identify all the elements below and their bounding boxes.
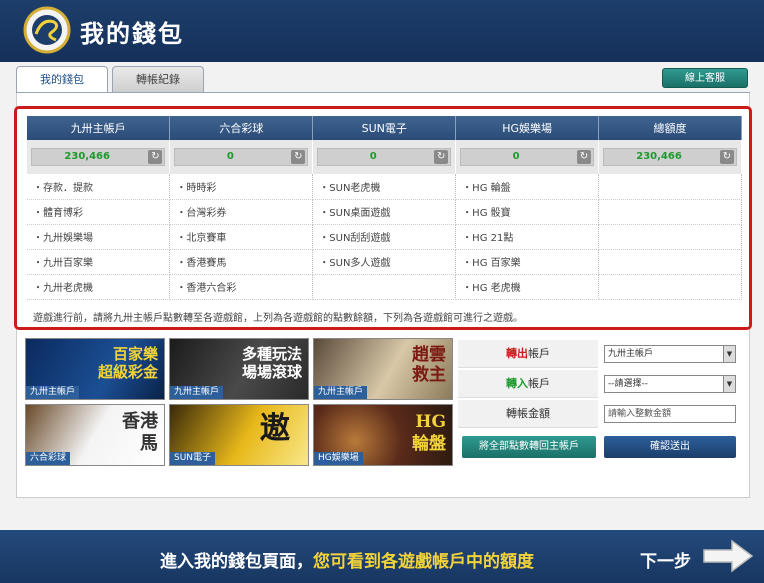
- banner-caption: 九卅主帳戶: [170, 386, 224, 399]
- transfer-out-select[interactable]: 九卅主帳戶 ▼: [604, 345, 736, 363]
- header: 我的錢包: [0, 0, 764, 62]
- banner-horse-racing[interactable]: 香港馬 六合彩球: [25, 404, 165, 466]
- game-row: ・九卅娛樂場 ・北京賽車 ・SUN刮刮遊戲 ・HG 21點: [27, 224, 742, 250]
- dropdown-arrow-icon: ▼: [723, 376, 735, 392]
- banner-sports[interactable]: 多種玩法 場場滾球 九卅主帳戶: [169, 338, 309, 400]
- balance-header-row: 九卅主帳戶 六合彩球 SUN電子 HG娛樂場 總額度: [27, 116, 742, 140]
- game-link[interactable]: ・SUN桌面遊戲: [312, 199, 457, 225]
- banner-caption: 六合彩球: [26, 452, 71, 465]
- game-link[interactable]: ・HG 百家樂: [455, 249, 600, 275]
- balance-value: 230,466 ↻: [603, 148, 737, 166]
- banner-baccarat[interactable]: 百家樂 超級彩金 九卅主帳戶: [25, 338, 165, 400]
- transfer-amount-row: 轉帳金額 請輸入整數金額: [458, 400, 744, 428]
- game-link[interactable]: ・存款．提款: [27, 174, 171, 200]
- tab-transfer-history[interactable]: 轉帳紀錄: [112, 66, 204, 92]
- online-support-button[interactable]: 線上客服: [662, 68, 748, 88]
- game-link[interactable]: ・香港六合彩: [169, 274, 314, 300]
- tab-my-wallet[interactable]: 我的錢包: [16, 66, 108, 93]
- transfer-in-label: 轉入帳戶: [458, 370, 598, 398]
- game-cell-empty: [598, 249, 742, 275]
- refresh-icon[interactable]: ↻: [434, 150, 449, 164]
- transfer-in-row: 轉入帳戶 --請選擇-- ▼: [458, 370, 744, 398]
- game-row: ・九卅老虎機 ・香港六合彩 ・HG 老虎機: [27, 274, 742, 300]
- game-cell-empty: [312, 274, 457, 300]
- game-link[interactable]: ・香港賽馬: [169, 249, 314, 275]
- account-header: 總額度: [598, 116, 742, 140]
- balance-value: 0 ↻: [317, 148, 452, 166]
- game-link[interactable]: ・SUN刮刮遊戲: [312, 224, 457, 250]
- game-cell-empty: [598, 174, 742, 200]
- transfer-out-label: 轉出帳戶: [458, 340, 598, 368]
- refresh-icon[interactable]: ↻: [291, 150, 306, 164]
- game-link[interactable]: ・體育博彩: [27, 199, 171, 225]
- game-link[interactable]: ・HG 老虎機: [455, 274, 600, 300]
- banner-caption: SUN電子: [170, 452, 216, 465]
- game-link[interactable]: ・SUN老虎機: [312, 174, 457, 200]
- account-header: HG娛樂場: [455, 116, 600, 140]
- game-row: ・九卅百家樂 ・香港賽馬 ・SUN多人遊戲 ・HG 百家樂: [27, 249, 742, 275]
- balance-panel: 九卅主帳戶 六合彩球 SUN電子 HG娛樂場 總額度 230,466 ↻ 0 ↻ 0…: [14, 106, 752, 330]
- return-all-to-main-button[interactable]: 將全部點數轉回主帳戶: [462, 436, 596, 458]
- footer-bar: 進入我的錢包頁面，您可看到各遊戲帳戶中的額度 下一步: [0, 530, 764, 583]
- game-link[interactable]: ・北京賽車: [169, 224, 314, 250]
- transfer-form: 轉出帳戶 九卅主帳戶 ▼ 轉入帳戶 --請選擇-- ▼ 轉帳金額 請輸入整數金額 將…: [458, 338, 744, 464]
- transfer-amount-label: 轉帳金額: [458, 400, 598, 428]
- game-cell-empty: [598, 199, 742, 225]
- game-link[interactable]: ・九卅娛樂場: [27, 224, 171, 250]
- transfer-amount-input[interactable]: 請輸入整數金額: [604, 405, 736, 423]
- confirm-submit-button[interactable]: 確認送出: [604, 436, 736, 458]
- account-header: 六合彩球: [169, 116, 314, 140]
- balance-value: 0 ↻: [460, 148, 595, 166]
- account-header: SUN電子: [312, 116, 457, 140]
- banner-zhaoyun[interactable]: 趙雲 救主 九卅主帳戶: [313, 338, 453, 400]
- instruction-note: 遊戲進行前，請將九卅主帳戶點數轉至各遊戲館，上列為各遊戲館的點數餘額，下列為各遊…: [33, 313, 523, 324]
- game-link[interactable]: ・HG 輪盤: [455, 174, 600, 200]
- refresh-icon[interactable]: ↻: [720, 150, 734, 164]
- refresh-icon[interactable]: ↻: [577, 150, 592, 164]
- game-link[interactable]: ・九卅老虎機: [27, 274, 171, 300]
- balance-table: 九卅主帳戶 六合彩球 SUN電子 HG娛樂場 總額度 230,466 ↻ 0 ↻ 0…: [27, 116, 742, 300]
- footer-message: 進入我的錢包頁面，您可看到各遊戲帳戶中的額度: [160, 552, 534, 572]
- banner-sun-games[interactable]: 遨 SUN電子: [169, 404, 309, 466]
- account-header: 九卅主帳戶: [27, 116, 171, 140]
- game-link[interactable]: ・HG 骰寶: [455, 199, 600, 225]
- banner-caption: 九卅主帳戶: [314, 386, 368, 399]
- dragon-logo-icon: [23, 6, 71, 54]
- game-link[interactable]: ・台灣彩券: [169, 199, 314, 225]
- game-row: ・體育博彩 ・台灣彩券 ・SUN桌面遊戲 ・HG 骰寶: [27, 199, 742, 225]
- banner-caption: 九卅主帳戶: [26, 386, 80, 399]
- page-title: 我的錢包: [80, 19, 184, 48]
- next-arrow-icon[interactable]: [702, 538, 754, 574]
- dropdown-arrow-icon: ▼: [723, 346, 735, 362]
- game-link[interactable]: ・HG 21點: [455, 224, 600, 250]
- banner-caption: HG娛樂場: [314, 452, 363, 465]
- refresh-icon[interactable]: ↻: [148, 150, 163, 164]
- game-row: ・存款．提款 ・時時彩 ・SUN老虎機 ・HG 輪盤: [27, 174, 742, 200]
- balance-value: 230,466 ↻: [31, 148, 166, 166]
- balance-value-row: 230,466 ↻ 0 ↻ 0 ↻ 0 ↻ 230,466 ↻: [27, 140, 742, 174]
- balance-value: 0 ↻: [174, 148, 309, 166]
- banner-hg-roulette[interactable]: HG 輪盤 HG娛樂場: [313, 404, 453, 466]
- next-step-label[interactable]: 下一步: [640, 547, 691, 572]
- game-link[interactable]: ・SUN多人遊戲: [312, 249, 457, 275]
- game-cell-empty: [598, 224, 742, 250]
- game-cell-empty: [598, 274, 742, 300]
- game-link[interactable]: ・時時彩: [169, 174, 314, 200]
- transfer-out-row: 轉出帳戶 九卅主帳戶 ▼: [458, 340, 744, 368]
- game-link[interactable]: ・九卅百家樂: [27, 249, 171, 275]
- transfer-in-select[interactable]: --請選擇-- ▼: [604, 375, 736, 393]
